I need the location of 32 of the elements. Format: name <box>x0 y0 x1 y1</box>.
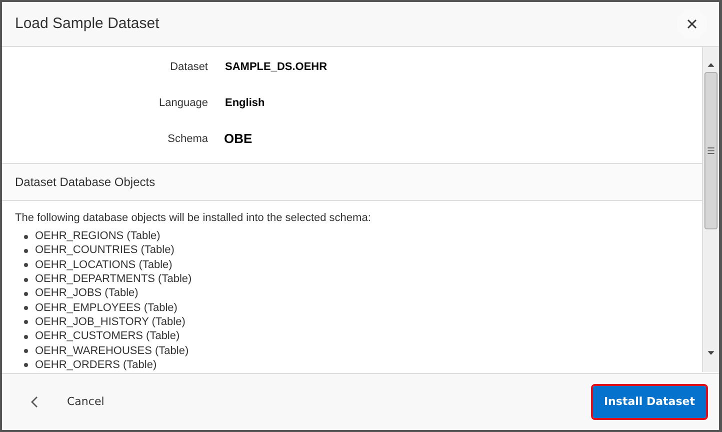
bullet-icon <box>24 306 28 310</box>
field-label: Language <box>158 96 208 111</box>
field-value: SAMPLE_DS.OEHR <box>225 60 328 75</box>
bullet-icon <box>24 334 28 339</box>
bullet-icon <box>24 292 28 296</box>
object-list-item: OEHR_COUNTRIES (Table) <box>35 244 174 258</box>
section-header: Dataset Database Objects <box>2 163 702 201</box>
object-list-item: OEHR_JOB_HISTORY (Table) <box>35 316 186 329</box>
intro-text: The following database objects will be installed into the selected schema: <box>15 211 372 226</box>
object-list-item: OEHR_EMPLOYEES (Table) <box>35 302 178 315</box>
object-list-item: OEHR_WAREHOUSES (Table) <box>35 344 189 358</box>
object-list-item: OEHR_LOCATIONS (Table) <box>35 258 172 272</box>
bullet-icon <box>24 263 28 268</box>
object-list-item: OEHR_JOBS (Table) <box>35 287 138 300</box>
object-list-item: OEHR_REGIONS (Table) <box>35 230 160 244</box>
object-list-item: OEHR_ORDERS (Table) <box>35 358 157 372</box>
dialog-title: Load Sample Dataset <box>15 14 160 34</box>
bullet-icon <box>24 349 28 354</box>
bullet-icon <box>24 320 28 324</box>
bullet-icon <box>24 363 28 368</box>
close-icon <box>687 19 697 30</box>
object-list-item: OEHR_DEPARTMENTS (Table) <box>35 273 192 286</box>
field-value: OBE <box>224 130 252 148</box>
field-value: English <box>225 96 265 111</box>
object-list-item: OEHR_CUSTOMERS (Table) <box>35 330 180 344</box>
field-label: Schema <box>166 132 208 147</box>
bullet-icon <box>24 234 28 239</box>
bullet-icon <box>24 278 28 282</box>
bullet-icon <box>24 248 28 253</box>
field-label: Dataset <box>169 60 208 75</box>
chevron-left-icon <box>30 396 38 408</box>
install-dataset-button[interactable]: Install Dataset <box>592 386 706 418</box>
